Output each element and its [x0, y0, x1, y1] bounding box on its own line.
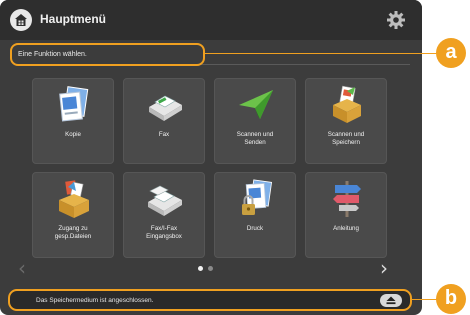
- status-message: Das Speichermedium ist angeschlossen.: [36, 297, 154, 304]
- page-title: Hauptmenü: [40, 12, 106, 26]
- tile-kopie[interactable]: Kopie: [32, 78, 114, 164]
- tile-label: Anleitung: [333, 225, 359, 232]
- main-menu-screen: Hauptmenü Eine Funktion wählen. Kopie Fa…: [0, 0, 422, 315]
- tile-fax-eingangsbox[interactable]: Fax/I-Fax Eingangsbox: [123, 172, 205, 258]
- tile-zugang-dateien[interactable]: Zugang zu gesp.Dateien: [32, 172, 114, 258]
- status-bar: Das Speichermedium ist angeschlossen.: [8, 289, 412, 311]
- page-dot-active: [198, 266, 203, 271]
- tile-label: Kopie: [65, 131, 81, 138]
- paper-plane-icon: [239, 90, 273, 119]
- tile-anleitung[interactable]: Anleitung: [305, 172, 387, 258]
- page-dot-inactive: [208, 266, 213, 271]
- tile-label: Fax/I-Fax Eingangsbox: [146, 225, 182, 240]
- tile-scannen-speichern[interactable]: Scannen und Speichern: [305, 78, 387, 164]
- message-area: Eine Funktion wählen.: [10, 43, 205, 66]
- function-grid: Kopie Fax Scannen und Senden Scannen und…: [32, 78, 388, 266]
- file-box-icon: [59, 180, 89, 218]
- signpost-icon: [333, 181, 361, 217]
- storage-box-icon: [333, 85, 361, 123]
- eject-button[interactable]: [380, 294, 402, 307]
- gear-icon[interactable]: [386, 10, 406, 30]
- fax-icon: [149, 95, 182, 121]
- home-icon: [15, 14, 27, 26]
- callout-a: a: [436, 38, 466, 68]
- fax-inbox-icon: [148, 185, 182, 216]
- callout-b: b: [436, 284, 466, 314]
- tile-label: Scannen und Speichern: [327, 131, 365, 146]
- callout-a-leader: [205, 53, 441, 54]
- tile-druck[interactable]: Druck: [214, 172, 296, 258]
- tile-label: Zugang zu gesp.Dateien: [54, 225, 92, 240]
- secure-print-icon: [242, 179, 273, 215]
- tile-label: Druck: [246, 225, 264, 232]
- title-bar: Hauptmenü: [0, 0, 422, 40]
- copy-icon: [59, 86, 89, 122]
- eject-icon: [386, 296, 396, 305]
- page-indicator: [198, 266, 222, 272]
- tile-label: Scannen und Senden: [236, 131, 274, 146]
- previous-page-button[interactable]: ‹: [18, 258, 32, 278]
- next-page-button[interactable]: ›: [380, 258, 394, 278]
- tile-fax[interactable]: Fax: [123, 78, 205, 164]
- tile-scannen-senden[interactable]: Scannen und Senden: [214, 78, 296, 164]
- home-button[interactable]: [10, 9, 32, 31]
- tile-label: Fax: [158, 131, 170, 138]
